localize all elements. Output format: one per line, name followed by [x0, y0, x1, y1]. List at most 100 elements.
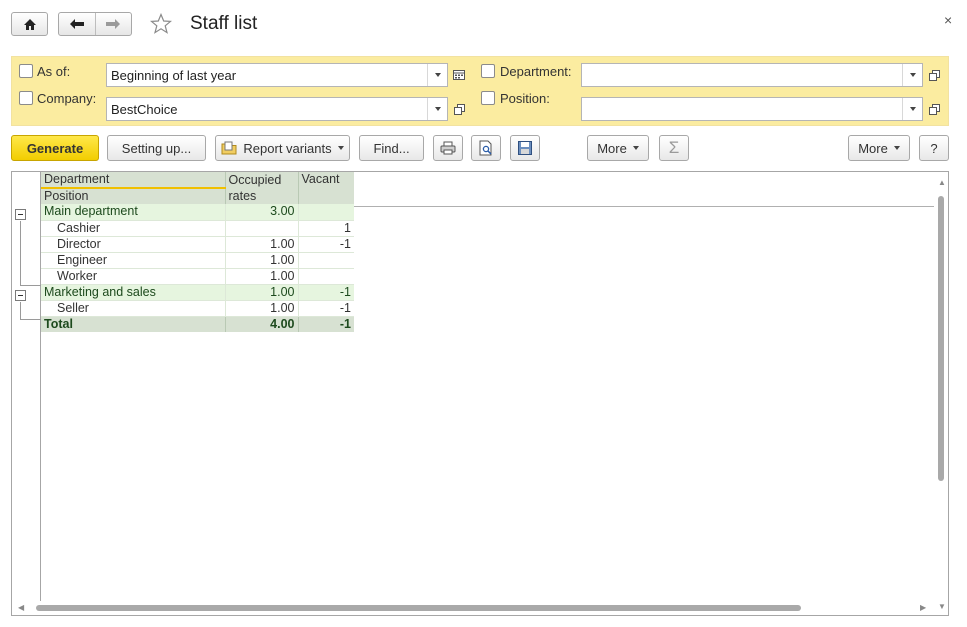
calendar-icon: [453, 70, 465, 80]
scroll-up-icon[interactable]: ▲: [938, 178, 946, 187]
calendar-button[interactable]: [449, 63, 469, 87]
navigation-buttons: [58, 12, 132, 36]
table-row[interactable]: Seller 1.00 -1: [41, 300, 354, 317]
position-name: Seller: [41, 300, 226, 317]
header-department: Department: [41, 172, 226, 189]
more-left-button[interactable]: More: [587, 135, 649, 161]
save-button[interactable]: [510, 135, 540, 161]
report-variants-button[interactable]: Report variants: [215, 135, 350, 161]
group-vacant: -1: [298, 284, 354, 301]
star-icon[interactable]: [150, 13, 172, 35]
home-button[interactable]: [11, 12, 48, 36]
setting-up-button[interactable]: Setting up...: [107, 135, 206, 161]
chevron-down-icon: [632, 146, 639, 150]
position-name: Worker: [41, 268, 226, 285]
header-occupied: Occupied rates: [225, 172, 299, 204]
more-right-button[interactable]: More: [848, 135, 910, 161]
scroll-right-icon[interactable]: ▶: [920, 603, 926, 612]
position-vacant: [298, 268, 354, 285]
as-of-checkbox[interactable]: [19, 64, 33, 78]
department-field[interactable]: [581, 63, 923, 87]
help-button[interactable]: ?: [919, 135, 949, 161]
position-occupied: 1.00: [225, 300, 299, 317]
table-row[interactable]: Worker 1.00: [41, 268, 354, 285]
as-of-dropdown[interactable]: [427, 64, 447, 86]
total-row[interactable]: Total 4.00 -1: [41, 315, 354, 332]
header-vacant: Vacant: [298, 172, 354, 204]
vertical-scroll-thumb[interactable]: [938, 196, 944, 481]
as-of-field[interactable]: Beginning of last year: [106, 63, 448, 87]
collapse-group-marketing-icon[interactable]: [15, 290, 26, 301]
vertical-scrollbar[interactable]: ▲ ▼: [936, 178, 946, 611]
total-vacant: -1: [298, 315, 354, 332]
tree-line: [20, 285, 41, 286]
position-occupied: 1.00: [225, 236, 299, 253]
company-dropdown[interactable]: [427, 98, 447, 120]
position-vacant: -1: [298, 300, 354, 317]
position-checkbox[interactable]: [481, 91, 495, 105]
position-name: Director: [41, 236, 226, 253]
page-title: Staff list: [190, 13, 258, 34]
group-name: Marketing and sales: [41, 284, 226, 301]
arrow-left-icon: [69, 19, 84, 29]
report-table: Department Occupied rates Vacant Positio…: [41, 172, 354, 332]
table-row[interactable]: Main department 3.00: [41, 204, 354, 221]
department-checkbox[interactable]: [481, 64, 495, 78]
print-preview-icon: [479, 140, 492, 156]
print-button[interactable]: [433, 135, 463, 161]
total-occupied: 4.00: [225, 315, 299, 332]
open-window-icon: [928, 103, 940, 115]
company-label: Company:: [37, 91, 97, 106]
position-occupied: 1.00: [225, 252, 299, 269]
printer-icon: [440, 141, 456, 155]
position-vacant: 1: [298, 220, 354, 237]
more-right-label: More: [858, 140, 888, 156]
sum-icon[interactable]: Σ: [659, 135, 689, 161]
position-name: Cashier: [41, 220, 226, 237]
collapse-group-main-icon[interactable]: [15, 209, 26, 220]
preview-button[interactable]: [471, 135, 501, 161]
horizontal-scroll-thumb[interactable]: [36, 605, 801, 611]
chevron-down-icon: [434, 107, 441, 111]
header-position: Position: [41, 188, 226, 204]
tree-line: [20, 319, 41, 320]
department-open-button[interactable]: [924, 63, 944, 87]
table-row[interactable]: Engineer 1.00: [41, 252, 354, 269]
tree-line: [20, 221, 21, 285]
forward-button[interactable]: [96, 13, 132, 35]
scroll-down-icon[interactable]: ▼: [938, 602, 946, 611]
department-label: Department:: [500, 64, 572, 79]
position-dropdown[interactable]: [902, 98, 922, 120]
scroll-left-icon[interactable]: ◀: [18, 603, 24, 612]
group-occupied: 1.00: [225, 284, 299, 301]
table-row[interactable]: Cashier 1: [41, 220, 354, 237]
company-checkbox[interactable]: [19, 91, 33, 105]
position-label: Position:: [500, 91, 550, 106]
position-vacant: -1: [298, 236, 354, 253]
company-value: BestChoice: [111, 101, 178, 117]
report-variants-label: Report variants: [243, 140, 332, 156]
position-occupied: [225, 220, 299, 237]
find-button[interactable]: Find...: [359, 135, 424, 161]
open-window-icon: [453, 103, 465, 115]
position-field[interactable]: [581, 97, 923, 121]
report-area[interactable]: Department Occupied rates Vacant Positio…: [11, 171, 949, 616]
position-open-button[interactable]: [924, 97, 944, 121]
company-open-button[interactable]: [449, 97, 469, 121]
position-vacant: [298, 252, 354, 269]
position-occupied: 1.00: [225, 268, 299, 285]
table-row[interactable]: Marketing and sales 1.00 -1: [41, 284, 354, 301]
company-field[interactable]: BestChoice: [106, 97, 448, 121]
back-button[interactable]: [59, 13, 96, 35]
more-left-label: More: [597, 140, 627, 156]
chevron-down-icon: [909, 73, 916, 77]
home-icon: [23, 18, 36, 30]
tree-line: [20, 302, 21, 319]
chevron-down-icon: [434, 73, 441, 77]
total-label: Total: [41, 315, 226, 332]
chevron-down-icon: [337, 146, 344, 150]
table-row[interactable]: Director 1.00 -1: [41, 236, 354, 253]
department-dropdown[interactable]: [902, 64, 922, 86]
close-icon[interactable]: ×: [944, 12, 952, 28]
generate-button[interactable]: Generate: [11, 135, 99, 161]
